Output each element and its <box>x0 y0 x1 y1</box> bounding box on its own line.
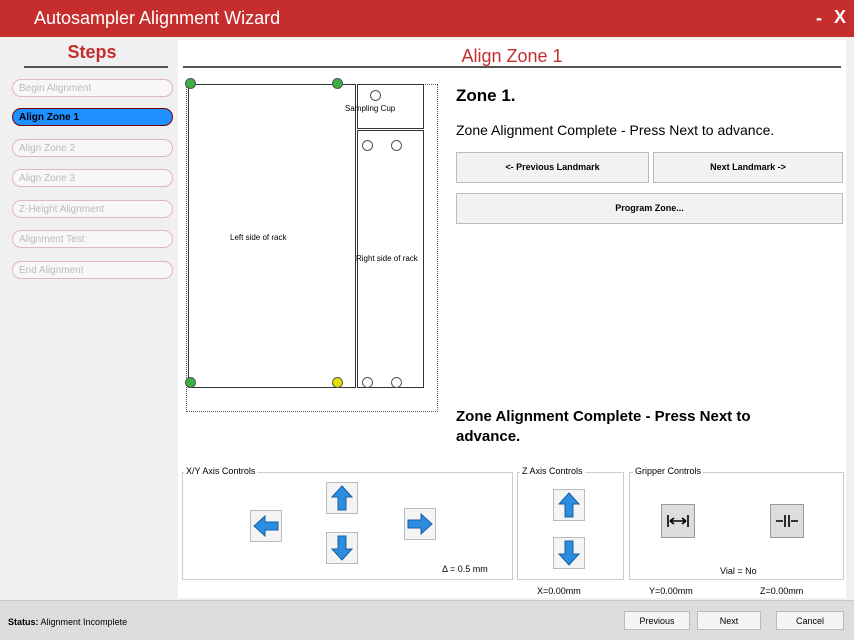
arrow-up-icon <box>331 485 353 511</box>
landmark-marker[interactable] <box>185 377 196 388</box>
arrow-up-icon <box>558 492 580 518</box>
previous-landmark-button[interactable]: <- Previous Landmark <box>456 152 649 183</box>
step-align-zone-3[interactable]: Align Zone 3 <box>12 169 173 187</box>
gripper-close-icon <box>776 515 798 527</box>
x-right-button[interactable] <box>404 508 436 540</box>
sampling-cup-label: Sampling Cup <box>345 104 396 113</box>
landmark-marker[interactable] <box>370 90 381 101</box>
landmark-marker[interactable] <box>391 377 402 388</box>
step-align-zone-1[interactable]: Align Zone 1 <box>12 108 173 126</box>
step-end-alignment[interactable]: End Alignment <box>12 261 173 279</box>
zone-message-bottom: Zone Alignment Complete - Press Next to … <box>456 408 751 445</box>
landmark-marker[interactable] <box>362 377 373 388</box>
z-axis-title: Z Axis Controls <box>520 466 585 476</box>
zone-title: Zone 1. <box>456 86 516 105</box>
cancel-button[interactable]: Cancel <box>776 611 844 630</box>
landmark-marker[interactable] <box>362 140 373 151</box>
vial-status: Vial = No <box>720 566 757 576</box>
next-landmark-button[interactable]: Next Landmark -> <box>653 152 843 183</box>
xy-axis-title: X/Y Axis Controls <box>184 466 258 476</box>
landmark-marker[interactable] <box>391 140 402 151</box>
step-z-height-alignment[interactable]: Z-Height Alignment <box>12 200 173 218</box>
status-label: Status: <box>8 617 39 627</box>
gripper-close-button[interactable] <box>770 504 804 538</box>
arrow-left-icon <box>253 515 279 537</box>
landmark-marker[interactable] <box>332 377 343 388</box>
gripper-open-icon <box>667 515 689 527</box>
zone-message: Zone Alignment Complete - Press Next to … <box>456 122 775 138</box>
title-bar: Autosampler Alignment Wizard - X <box>0 0 854 37</box>
y-up-button[interactable] <box>326 482 358 514</box>
page-title: Align Zone 1 <box>461 46 563 66</box>
step-align-zone-2[interactable]: Align Zone 2 <box>12 139 173 157</box>
step-begin-alignment[interactable]: Begin Alignment <box>12 79 173 97</box>
landmark-marker[interactable] <box>185 78 196 89</box>
z-up-button[interactable] <box>553 489 585 521</box>
program-zone-button[interactable]: Program Zone... <box>456 193 843 224</box>
previous-button[interactable]: Previous <box>624 611 690 630</box>
status-value: Alignment Incomplete <box>40 617 128 627</box>
next-button[interactable]: Next <box>697 611 761 630</box>
step-size-label: Δ = 0.5 mm <box>442 564 488 574</box>
step-alignment-test[interactable]: Alignment Test <box>12 230 173 248</box>
steps-heading: Steps <box>67 42 117 62</box>
right-rack-label: Right side of rack <box>356 254 418 263</box>
close-button[interactable]: X <box>834 7 846 28</box>
window-title: Autosampler Alignment Wizard <box>34 8 281 28</box>
landmark-marker[interactable] <box>332 78 343 89</box>
arrow-down-icon <box>558 540 580 566</box>
z-down-button[interactable] <box>553 537 585 569</box>
z-coordinate: Z=0.00mm <box>760 586 804 596</box>
y-down-button[interactable] <box>326 532 358 564</box>
title-divider <box>183 66 841 68</box>
steps-divider <box>24 66 168 68</box>
gripper-open-button[interactable] <box>661 504 695 538</box>
status-text: Status: Alignment Incomplete <box>8 617 127 627</box>
arrow-right-icon <box>407 513 433 535</box>
minimize-button[interactable]: - <box>816 8 822 29</box>
x-left-button[interactable] <box>250 510 282 542</box>
left-rack-label: Left side of rack <box>230 233 287 242</box>
y-coordinate: Y=0.00mm <box>649 586 693 596</box>
gripper-title: Gripper Controls <box>633 466 704 476</box>
arrow-down-icon <box>331 535 353 561</box>
x-coordinate: X=0.00mm <box>537 586 581 596</box>
